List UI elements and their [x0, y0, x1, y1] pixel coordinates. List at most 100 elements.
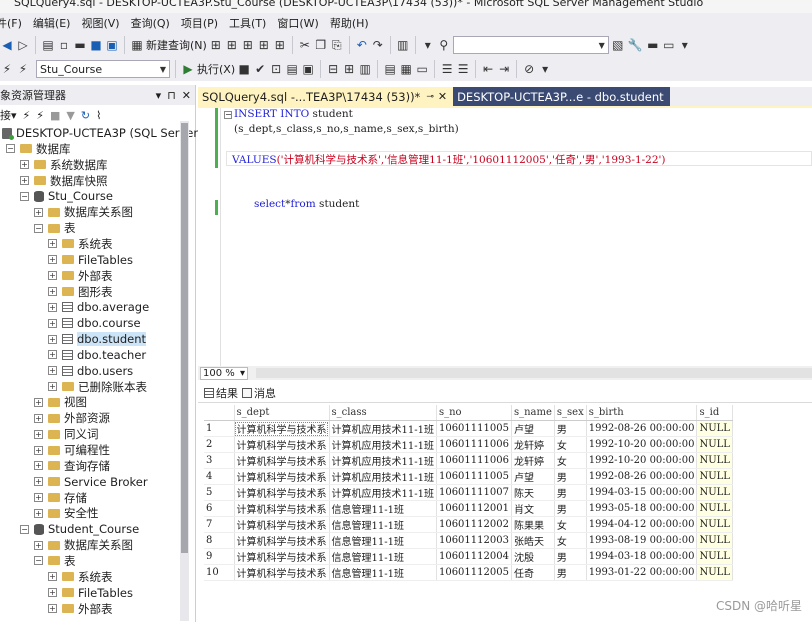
parse-icon[interactable]: ✔ — [253, 59, 267, 79]
expand-icon[interactable]: + — [34, 429, 43, 439]
table-cell[interactable]: 信息管理11-1班 — [329, 532, 437, 550]
wrench-icon[interactable]: 🔧 — [627, 35, 644, 55]
tree-node[interactable]: + 系统表 — [48, 569, 113, 585]
table-cell[interactable]: 信息管理11-1班 — [329, 516, 437, 534]
table-cell[interactable]: NULL — [696, 484, 733, 502]
results-to-file-icon[interactable]: ▭ — [415, 59, 429, 79]
column-header[interactable]: s_no — [436, 405, 512, 422]
specify-template-values-icon[interactable]: ⊘ — [522, 59, 536, 79]
table-cell[interactable]: 计算机科学与技术系 — [234, 548, 330, 566]
undo-icon[interactable]: ↶ — [355, 35, 369, 55]
close-icon[interactable]: ✕ — [438, 90, 447, 103]
table-cell[interactable]: NULL — [696, 420, 733, 438]
xmla-query-icon[interactable]: ⊞ — [241, 35, 255, 55]
sql-editor[interactable]: − INSERT INTO student (s_dept,s_class,s_… — [198, 108, 812, 366]
table-cell[interactable]: NULL — [696, 532, 733, 550]
expand-icon[interactable]: + — [48, 271, 57, 281]
table-cell[interactable]: 男 — [554, 468, 587, 486]
forward-icon[interactable]: ▷ — [16, 35, 30, 55]
row-number[interactable]: 7 — [204, 516, 235, 534]
table-row[interactable]: 4 计算机科学与技术系 计算机应用技术11-1班 10601111005 卢望男 1992… — [204, 468, 733, 486]
table-cell[interactable]: 女 — [554, 516, 587, 534]
table-cell[interactable]: NULL — [696, 436, 733, 454]
expand-icon[interactable]: + — [34, 207, 43, 217]
decrease-indent-icon[interactable]: ⇤ — [481, 59, 495, 79]
execute-button[interactable]: 执行(X) — [197, 61, 235, 77]
menu-item[interactable]: 帮助(H) — [326, 15, 376, 31]
tree-node[interactable]: + dbo.users — [48, 363, 133, 379]
comment-icon[interactable]: ☰ — [440, 59, 454, 79]
horizontal-scrollbar[interactable] — [256, 368, 812, 378]
table-cell[interactable]: 计算机应用技术11-1班 — [329, 420, 437, 438]
expand-icon[interactable]: + — [48, 366, 57, 376]
table-cell[interactable]: NULL — [696, 452, 733, 470]
table-cell[interactable]: 10601111007 — [436, 484, 512, 502]
table-cell[interactable]: NULL — [696, 564, 733, 582]
row-number[interactable]: 1 — [204, 420, 235, 438]
table-cell[interactable]: 龙轩婷 — [511, 436, 555, 454]
table-cell[interactable]: 女 — [554, 532, 587, 550]
tree-node[interactable]: + 外部资源 — [34, 410, 110, 426]
query-options-icon[interactable]: ▤ — [285, 59, 299, 79]
database-engine-query-icon[interactable]: ⊞ — [273, 35, 287, 55]
table-cell[interactable]: 10601111005 — [436, 420, 512, 438]
tree-node[interactable]: + dbo.course — [48, 315, 141, 331]
tree-node[interactable]: − Stu_Course — [20, 188, 113, 204]
table-row[interactable]: 7 计算机科学与技术系 信息管理11-1班 10601112002 陈果果女 1994-0… — [204, 516, 733, 534]
expand-icon[interactable]: + — [34, 477, 43, 487]
expand-icon[interactable]: + — [48, 302, 57, 312]
collapse-icon[interactable]: − — [34, 556, 43, 566]
window-layout-icon[interactable]: ▭ — [662, 35, 676, 55]
table-cell[interactable]: 女 — [554, 436, 587, 454]
expand-icon[interactable]: + — [48, 239, 57, 249]
collapse-icon[interactable]: − — [20, 524, 29, 534]
table-cell[interactable]: 1993-01-22 00:00:00 — [586, 564, 698, 582]
display-estimated-plan-icon[interactable]: ⊡ — [269, 59, 283, 79]
table-cell[interactable]: 男 — [554, 548, 587, 566]
table-cell[interactable]: 计算机科学与技术系 — [234, 500, 330, 518]
column-header[interactable]: s_dept — [234, 405, 330, 422]
expand-icon[interactable]: + — [48, 350, 57, 360]
table-cell[interactable]: 计算机科学与技术系 — [234, 484, 330, 502]
table-cell[interactable]: 计算机科学与技术系 — [234, 436, 330, 454]
activity-monitor-icon[interactable]: ▥ — [396, 35, 410, 55]
table-row[interactable]: 1 计算机科学与技术系 计算机应用技术11-1班 10601111005 卢望男 1992… — [204, 420, 733, 438]
pin-icon[interactable]: ⊓ — [167, 89, 176, 102]
tree-node[interactable]: −DESKTOP-UCTEA3P (SQL Server 1 — [2, 125, 209, 141]
table-cell[interactable]: 陈果果 — [511, 516, 555, 534]
zoom-selector[interactable]: 100 % ▾ — [200, 366, 248, 380]
scrollbar-thumb[interactable] — [181, 123, 188, 553]
table-row[interactable]: 10 计算机科学与技术系 信息管理11-1班 10601112005 任奇男 1993-0… — [204, 564, 733, 582]
menu-item[interactable]: 查询(Q) — [127, 15, 177, 31]
intellisense-icon[interactable]: ▣ — [301, 59, 315, 79]
find-dropdown-icon[interactable]: ▾ — [421, 35, 435, 55]
table-row[interactable]: 8 计算机科学与技术系 信息管理11-1班 10601112003 张皓天女 1993-0… — [204, 532, 733, 550]
table-cell[interactable]: 陈天 — [511, 484, 555, 502]
client-statistics-icon[interactable]: ▥ — [358, 59, 372, 79]
table-cell[interactable]: 10601112002 — [436, 516, 512, 534]
table-cell[interactable]: 信息管理11-1班 — [329, 500, 437, 518]
column-header[interactable]: s_sex — [554, 405, 587, 422]
collapse-icon[interactable]: − — [34, 223, 43, 233]
table-cell[interactable]: 10601111006 — [436, 436, 512, 454]
tree-node[interactable]: + FileTables — [48, 252, 133, 268]
row-number[interactable]: 2 — [204, 436, 235, 454]
expand-icon[interactable]: + — [48, 318, 57, 328]
expand-icon[interactable]: + — [34, 508, 43, 518]
expand-icon[interactable]: + — [48, 572, 57, 582]
table-cell[interactable]: 卢望 — [511, 468, 555, 486]
table-cell[interactable]: 任奇 — [511, 564, 555, 582]
tree-node[interactable]: + dbo.average — [48, 299, 149, 315]
tab-dbo-student[interactable]: DESKTOP-UCTEA3P...e - dbo.student — [453, 87, 670, 106]
row-number[interactable]: 3 — [204, 452, 235, 470]
open-file-icon[interactable]: ▬ — [73, 35, 87, 55]
tree-node[interactable]: − 表 — [34, 553, 76, 569]
expand-icon[interactable]: + — [48, 334, 57, 344]
table-cell[interactable]: 女 — [554, 452, 587, 470]
expand-icon[interactable]: + — [34, 540, 43, 550]
connect-dropdown[interactable]: 接▾ — [0, 107, 17, 123]
pin-icon[interactable]: ⊸ — [426, 92, 434, 102]
table-cell[interactable]: 计算机科学与技术系 — [234, 452, 330, 470]
find-in-files-icon[interactable]: ⚲ — [437, 35, 451, 55]
table-cell[interactable]: 计算机应用技术11-1班 — [329, 484, 437, 502]
